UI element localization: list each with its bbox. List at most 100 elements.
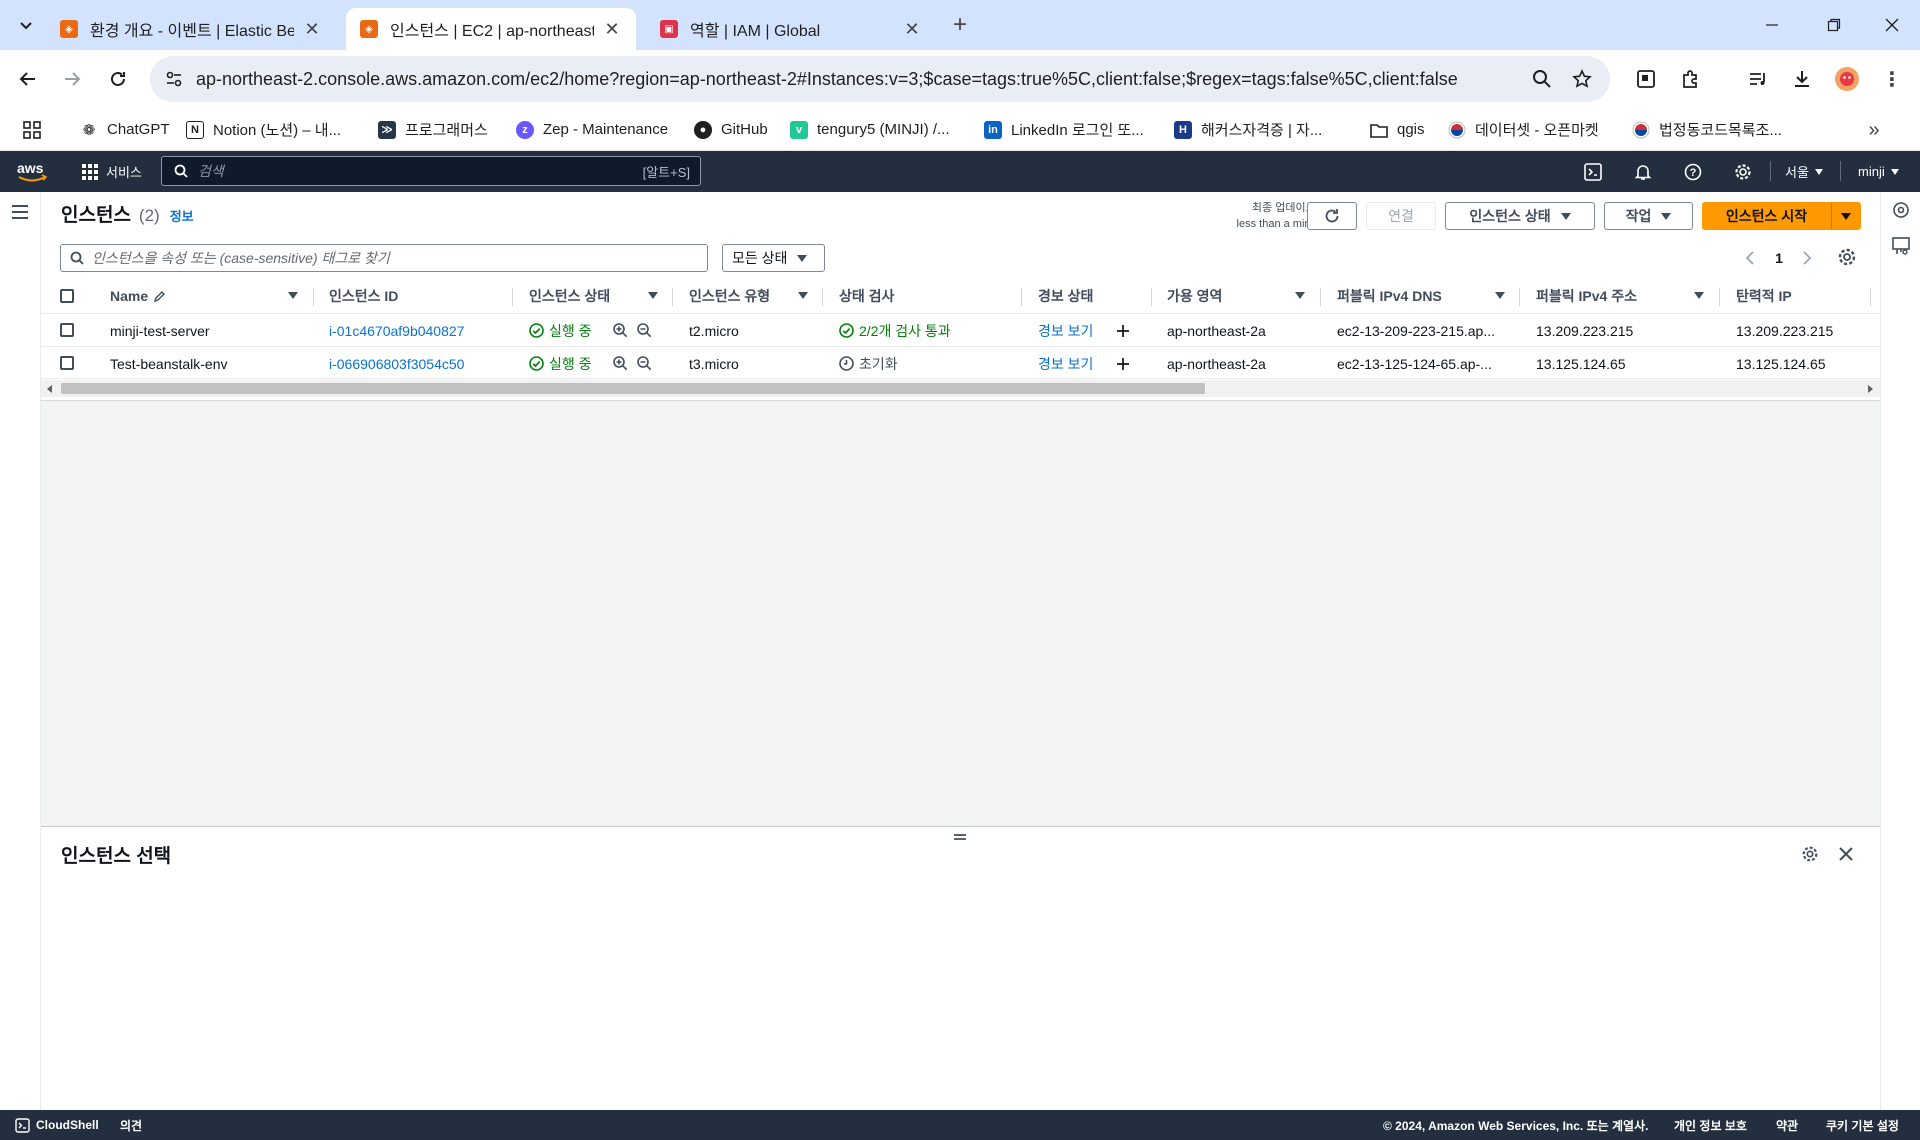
privacy-link[interactable]: 개인 정보 보호 <box>1674 1110 1747 1140</box>
column-header-status-check[interactable]: 상태 검사 <box>839 279 894 313</box>
info-link[interactable]: 정보 <box>170 206 194 225</box>
refresh-button[interactable] <box>1307 202 1357 230</box>
zoom-out-icon[interactable] <box>637 347 652 380</box>
zoom-in-icon[interactable] <box>613 314 628 347</box>
table-row[interactable]: minji-test-server i-01c4670af9b040827 실행… <box>41 313 1880 346</box>
bookmark-zep[interactable]: z Zep - Maintenance <box>516 108 668 151</box>
bookmark-programmers[interactable]: ≫ 프로그래머스 <box>378 108 488 151</box>
column-header-instance-state[interactable]: 인스턴스 상태 <box>529 279 610 313</box>
media-control-icon[interactable] <box>1742 63 1774 95</box>
settings-gear-icon[interactable] <box>1734 151 1752 192</box>
scroll-left-arrow-icon[interactable] <box>47 385 52 393</box>
close-tab-icon[interactable]: ✕ <box>902 19 922 40</box>
cookie-preferences-link[interactable]: 쿠키 기본 설정 <box>1826 1110 1899 1140</box>
instance-id-link[interactable]: i-01c4670af9b040827 <box>329 314 464 347</box>
bookmark-chatgpt[interactable]: ❁ ChatGPT <box>80 108 170 151</box>
sort-caret-icon[interactable] <box>288 292 298 299</box>
extensions-puzzle-icon[interactable] <box>1675 63 1707 95</box>
account-menu[interactable]: minji <box>1858 151 1899 192</box>
back-arrow-icon[interactable] <box>12 63 44 95</box>
view-alarms-link[interactable]: 경보 보기 <box>1038 314 1093 347</box>
bookmark-hackers[interactable]: H 해커스자격증 | 자... <box>1174 108 1322 151</box>
feedback-link[interactable]: 의견 <box>120 1110 142 1140</box>
browser-tab-ec2-instances[interactable]: ◈ 인스턴스 | EC2 | ap-northeast- ✕ <box>346 8 636 50</box>
table-row[interactable]: Test-beanstalk-env i-066906803f3054c50 실… <box>41 346 1880 379</box>
apps-grid-icon[interactable] <box>16 114 48 146</box>
download-icon[interactable] <box>1786 63 1818 95</box>
split-panel-settings-gear-icon[interactable] <box>1801 845 1819 863</box>
bookmark-notion[interactable]: N Notion (노션) – 내... <box>186 108 341 151</box>
profile-avatar-icon[interactable] <box>1831 63 1863 95</box>
column-header-alarm-status[interactable]: 경보 상태 <box>1038 279 1093 313</box>
aws-logo[interactable]: aws <box>16 151 50 192</box>
bookmark-velog[interactable]: v tengury5 (MINJI) /... <box>790 108 950 151</box>
more-bookmarks-chevron-icon[interactable]: » <box>1858 114 1890 146</box>
add-alarm-plus-icon[interactable] <box>1116 314 1130 347</box>
connect-button[interactable]: 연결 <box>1366 202 1436 230</box>
zoom-in-icon[interactable] <box>613 347 628 380</box>
launch-instances-dropdown[interactable] <box>1831 202 1861 230</box>
table-preferences-gear-icon[interactable] <box>1837 247 1857 267</box>
bookmark-star-icon[interactable] <box>1566 63 1598 95</box>
horizontal-scrollbar[interactable] <box>41 380 1880 397</box>
minimize-window-icon[interactable] <box>1756 9 1788 41</box>
previous-page-icon[interactable] <box>1740 248 1760 268</box>
scrollbar-thumb[interactable] <box>61 383 1205 394</box>
column-header-name[interactable]: Name <box>110 279 166 313</box>
bookmark-github[interactable]: ● GitHub <box>694 108 768 151</box>
column-header-public-dns[interactable]: 퍼블릭 IPv4 DNS <box>1337 279 1442 313</box>
bookmark-linkedin[interactable]: in LinkedIn 로그인 또... <box>984 108 1144 151</box>
info-panel-icon[interactable] <box>1892 201 1910 219</box>
zoom-search-icon[interactable] <box>1526 63 1558 95</box>
row-select-checkbox[interactable] <box>60 356 74 370</box>
tab-search-chevron-icon[interactable] <box>10 9 42 41</box>
terms-link[interactable]: 약관 <box>1776 1110 1798 1140</box>
new-tab-plus-icon[interactable]: + <box>944 9 976 41</box>
column-header-instance-type[interactable]: 인스턴스 유형 <box>689 279 770 313</box>
add-alarm-plus-icon[interactable] <box>1116 347 1130 380</box>
row-select-checkbox[interactable] <box>60 323 74 337</box>
column-header-public-ipv4[interactable]: 퍼블릭 IPv4 주소 <box>1536 279 1637 313</box>
forward-arrow-icon[interactable] <box>56 63 88 95</box>
cloudshell-footer-button[interactable]: CloudShell <box>15 1110 99 1140</box>
actions-button[interactable]: 작업 <box>1604 202 1693 230</box>
bookmark-legal-dong-code[interactable]: 법정동코드목록조... <box>1632 108 1782 151</box>
zoom-out-icon[interactable] <box>637 314 652 347</box>
chrome-menu-kebab-icon[interactable]: ⋮ <box>1876 63 1908 95</box>
cloudshell-icon[interactable] <box>1584 151 1602 192</box>
instances-search-input[interactable]: 인스턴스을 속성 또는 (case-sensitive) 태그로 찾기 <box>60 244 708 272</box>
column-header-availability-zone[interactable]: 가용 영역 <box>1167 279 1222 313</box>
services-menu-button[interactable]: 서비스 <box>82 151 142 192</box>
url-text[interactable]: ap-northeast-2.console.aws.amazon.com/ec… <box>196 69 1458 90</box>
restore-window-icon[interactable] <box>1818 9 1850 41</box>
reading-mode-icon[interactable] <box>1630 63 1662 95</box>
close-tab-icon[interactable]: ✕ <box>302 19 322 40</box>
scroll-right-arrow-icon[interactable] <box>1868 385 1873 393</box>
browser-tab-elastic-beanstalk[interactable]: ◈ 환경 개요 - 이벤트 | Elastic Be ✕ <box>46 8 336 50</box>
notifications-bell-icon[interactable] <box>1634 151 1652 192</box>
sort-caret-icon[interactable] <box>798 292 808 299</box>
site-info-icon[interactable] <box>158 63 190 95</box>
sort-caret-icon[interactable] <box>1295 292 1305 299</box>
reload-icon[interactable] <box>102 63 134 95</box>
column-header-elastic-ip[interactable]: 탄력적 IP <box>1736 279 1792 313</box>
region-selector[interactable]: 서울 <box>1785 151 1823 192</box>
feedback-panel-icon[interactable] <box>1892 237 1910 255</box>
bookmark-dataset-openmarket[interactable]: 데이터셋 - 오픈마켓 <box>1448 108 1599 151</box>
instance-id-link[interactable]: i-066906803f3054c50 <box>329 347 464 380</box>
hamburger-menu-icon[interactable] <box>11 205 29 219</box>
page-number[interactable]: 1 <box>1771 248 1787 268</box>
instance-state-button[interactable]: 인스턴스 상태 <box>1445 202 1595 230</box>
close-tab-icon[interactable]: ✕ <box>602 19 622 40</box>
resize-handle-icon[interactable] <box>953 833 967 841</box>
launch-instances-button[interactable]: 인스턴스 시작 <box>1702 202 1831 230</box>
sort-caret-icon[interactable] <box>648 292 658 299</box>
sort-caret-icon[interactable] <box>1694 292 1704 299</box>
sort-caret-icon[interactable] <box>1495 292 1505 299</box>
aws-search-box[interactable]: 검색 [알트+S] <box>161 156 701 186</box>
help-icon[interactable]: ? <box>1684 151 1702 192</box>
column-header-instance-id[interactable]: 인스턴스 ID <box>329 279 398 313</box>
select-all-checkbox[interactable] <box>60 289 74 303</box>
address-bar[interactable]: ap-northeast-2.console.aws.amazon.com/ec… <box>150 56 1610 102</box>
close-window-icon[interactable] <box>1876 9 1908 41</box>
